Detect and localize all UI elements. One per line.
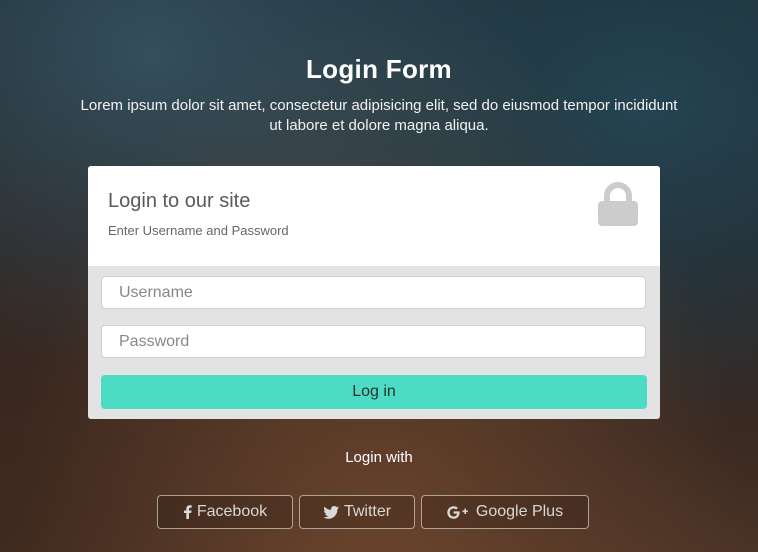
- google-plus-button[interactable]: Google Plus: [421, 495, 589, 529]
- facebook-icon: [183, 505, 192, 519]
- login-with-label: Login with: [345, 449, 413, 466]
- login-card-heading: Login to our site: [108, 190, 251, 212]
- login-button[interactable]: Log in: [101, 375, 647, 409]
- username-field[interactable]: [101, 276, 646, 309]
- facebook-button[interactable]: Facebook: [157, 495, 293, 529]
- twitter-icon: [323, 505, 339, 519]
- login-card-subheading: Enter Username and Password: [108, 223, 289, 238]
- login-card: Login to our site Enter Username and Pas…: [88, 166, 660, 419]
- login-card-header: Login to our site Enter Username and Pas…: [88, 166, 660, 266]
- page-description: Lorem ipsum dolor sit amet, consectetur …: [80, 97, 678, 134]
- page-title: Login Form: [306, 54, 452, 84]
- google-plus-icon: [447, 505, 471, 519]
- lock-icon: [598, 182, 638, 226]
- twitter-button-label: Twitter: [343, 503, 392, 520]
- facebook-button-label: Facebook: [196, 503, 268, 520]
- twitter-button[interactable]: Twitter: [299, 495, 415, 529]
- login-page: Login Form Lorem ipsum dolor sit amet, c…: [0, 0, 758, 552]
- google-plus-button-label: Google Plus: [475, 503, 564, 520]
- password-field[interactable]: [101, 325, 646, 358]
